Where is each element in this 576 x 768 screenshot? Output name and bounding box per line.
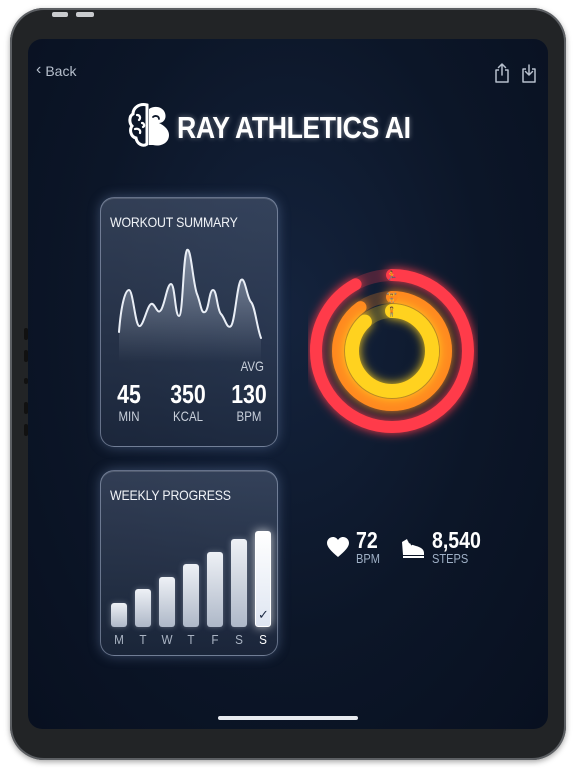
- calories-stat: 350 KCAL: [163, 380, 213, 424]
- heart-rate-value: 72: [356, 527, 378, 553]
- top-button: [52, 12, 68, 17]
- standing-figure-icon: 🧍: [385, 304, 399, 318]
- day-label: S: [235, 632, 243, 647]
- ring-stand: [345, 304, 439, 398]
- progress-bar-1: [135, 589, 151, 627]
- progress-bar-2: [159, 577, 175, 627]
- brand-header: RAY ATHLETICS AI: [28, 99, 548, 157]
- progress-bar-5: [231, 539, 247, 627]
- stat-value: 350: [170, 379, 206, 409]
- sneaker-icon: [402, 539, 424, 558]
- weekly-progress-title: WEEKLY PROGRESS: [110, 487, 231, 503]
- heart-rate-metric: 72 BPM: [326, 529, 384, 567]
- steps-value: 8,540: [432, 527, 481, 553]
- heart-rate-unit: BPM: [356, 551, 380, 566]
- progress-bar-4: [207, 552, 223, 627]
- stat-value: 45: [117, 379, 141, 409]
- workout-summary-title: WORKOUT SUMMARY: [110, 214, 238, 230]
- workout-summary-card[interactable]: WORKOUT SUMMARY AVG 45 MIN 350 KCAL 130 …: [100, 197, 278, 447]
- weightlifting-icon: 🏋: [386, 291, 398, 304]
- top-button: [76, 12, 94, 17]
- ring-icon-glyph: 🧍: [386, 306, 397, 318]
- back-label: Back: [45, 63, 77, 79]
- steps-unit: STEPS: [432, 551, 469, 566]
- day-label: S: [259, 632, 267, 647]
- steps-metric: 8,540 STEPS: [400, 529, 490, 567]
- chevron-left-icon: ‹: [36, 61, 42, 78]
- progress-bar-0: [111, 603, 127, 627]
- heart-rate-wave-chart: [118, 248, 262, 362]
- app-title: RAY ATHLETICS AI: [177, 110, 411, 145]
- heart-icon: [327, 537, 349, 557]
- heart-rate-stat: 130 BPM: [225, 380, 273, 424]
- stat-unit: KCAL: [172, 408, 203, 424]
- activity-rings[interactable]: 🏃 🏋 🧍: [308, 201, 478, 511]
- app-screen: ‹ Back RAY ATHLETICS AI WORKOUT SUMMARY: [28, 39, 548, 729]
- progress-bar-3: [183, 564, 199, 627]
- brain-muscle-icon: [128, 103, 170, 147]
- weekly-progress-card[interactable]: WEEKLY PROGRESS M T W T F S ✓ S: [100, 470, 278, 656]
- ring-icon-glyph: 🏃: [386, 270, 397, 282]
- day-label: T: [139, 632, 147, 647]
- stat-value: 130: [231, 379, 267, 409]
- stat-unit: MIN: [118, 408, 140, 424]
- running-figure-icon: 🏃: [386, 269, 398, 282]
- checkmark-icon: ✓: [258, 608, 269, 623]
- day-label: T: [187, 632, 195, 647]
- stat-unit: BPM: [236, 408, 262, 424]
- share-icon[interactable]: [494, 63, 510, 83]
- ring-icon-glyph: 🏋: [386, 292, 397, 304]
- day-label: M: [114, 632, 124, 647]
- avg-label: AVG: [240, 358, 264, 374]
- day-label: F: [211, 632, 219, 647]
- download-icon[interactable]: [521, 63, 537, 83]
- day-label: W: [161, 632, 173, 647]
- home-indicator[interactable]: [218, 716, 358, 720]
- back-button[interactable]: ‹ Back: [36, 61, 77, 80]
- duration-stat: 45 MIN: [111, 380, 147, 424]
